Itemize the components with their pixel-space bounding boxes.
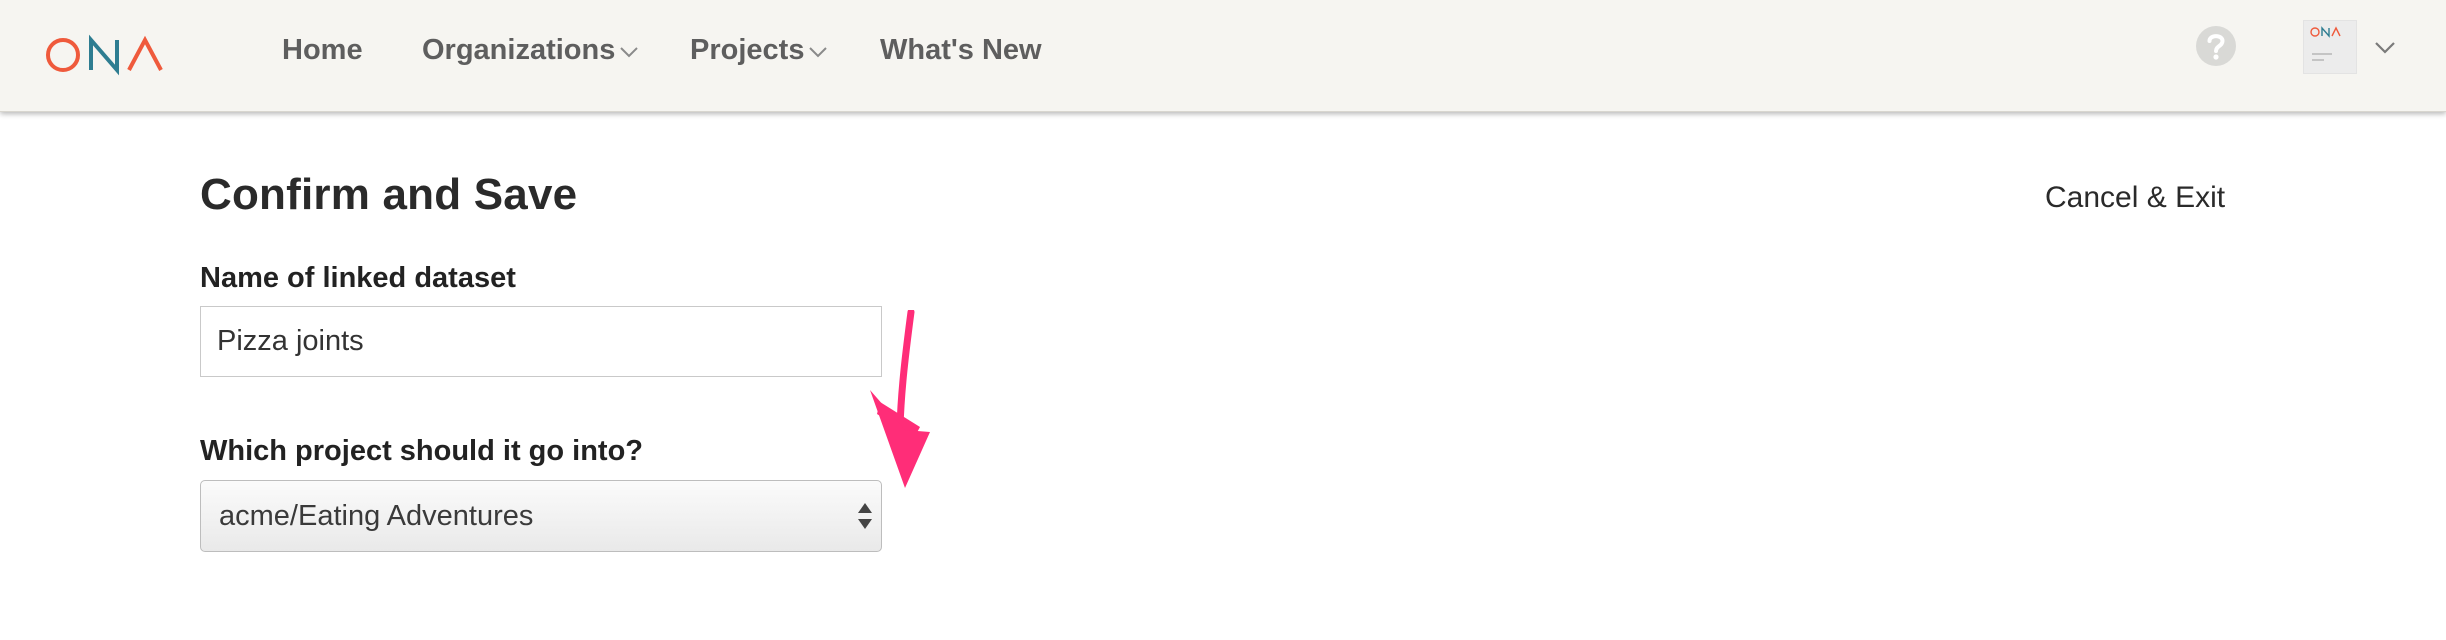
nav-home-label: Home bbox=[282, 33, 363, 66]
nav-whats-new-label: What's New bbox=[880, 33, 1042, 66]
dataset-name-input[interactable] bbox=[200, 306, 882, 377]
nav-projects-label: Projects bbox=[690, 33, 805, 66]
dataset-name-label: Name of linked dataset bbox=[200, 262, 516, 294]
user-avatar[interactable] bbox=[2303, 20, 2357, 74]
nav-home[interactable]: Home bbox=[282, 28, 363, 72]
annotation-arrow-icon bbox=[870, 310, 930, 488]
project-select-value: acme/Eating Adventures bbox=[219, 499, 534, 532]
chevron-down-icon bbox=[809, 47, 828, 58]
cancel-and-exit-link[interactable]: Cancel & Exit bbox=[2045, 181, 2225, 215]
nav-projects[interactable]: Projects bbox=[690, 28, 828, 72]
nav-whats-new[interactable]: What's New bbox=[880, 28, 1042, 72]
top-navigation-bar: Home Organizations Projects What's New bbox=[0, 0, 2446, 112]
ona-logo[interactable] bbox=[45, 30, 175, 80]
project-select[interactable]: acme/Eating Adventures bbox=[200, 480, 882, 552]
question-mark-icon[interactable] bbox=[2195, 25, 2237, 67]
nav-organizations-label: Organizations bbox=[422, 33, 616, 66]
page-title: Confirm and Save bbox=[200, 170, 578, 219]
chevron-down-icon[interactable] bbox=[2373, 40, 2397, 56]
nav-organizations[interactable]: Organizations bbox=[422, 28, 639, 72]
chevron-down-icon bbox=[620, 47, 639, 58]
select-arrows-icon bbox=[858, 503, 872, 529]
avatar-logo-image bbox=[2310, 26, 2341, 61]
project-select-label: Which project should it go into? bbox=[200, 435, 644, 467]
